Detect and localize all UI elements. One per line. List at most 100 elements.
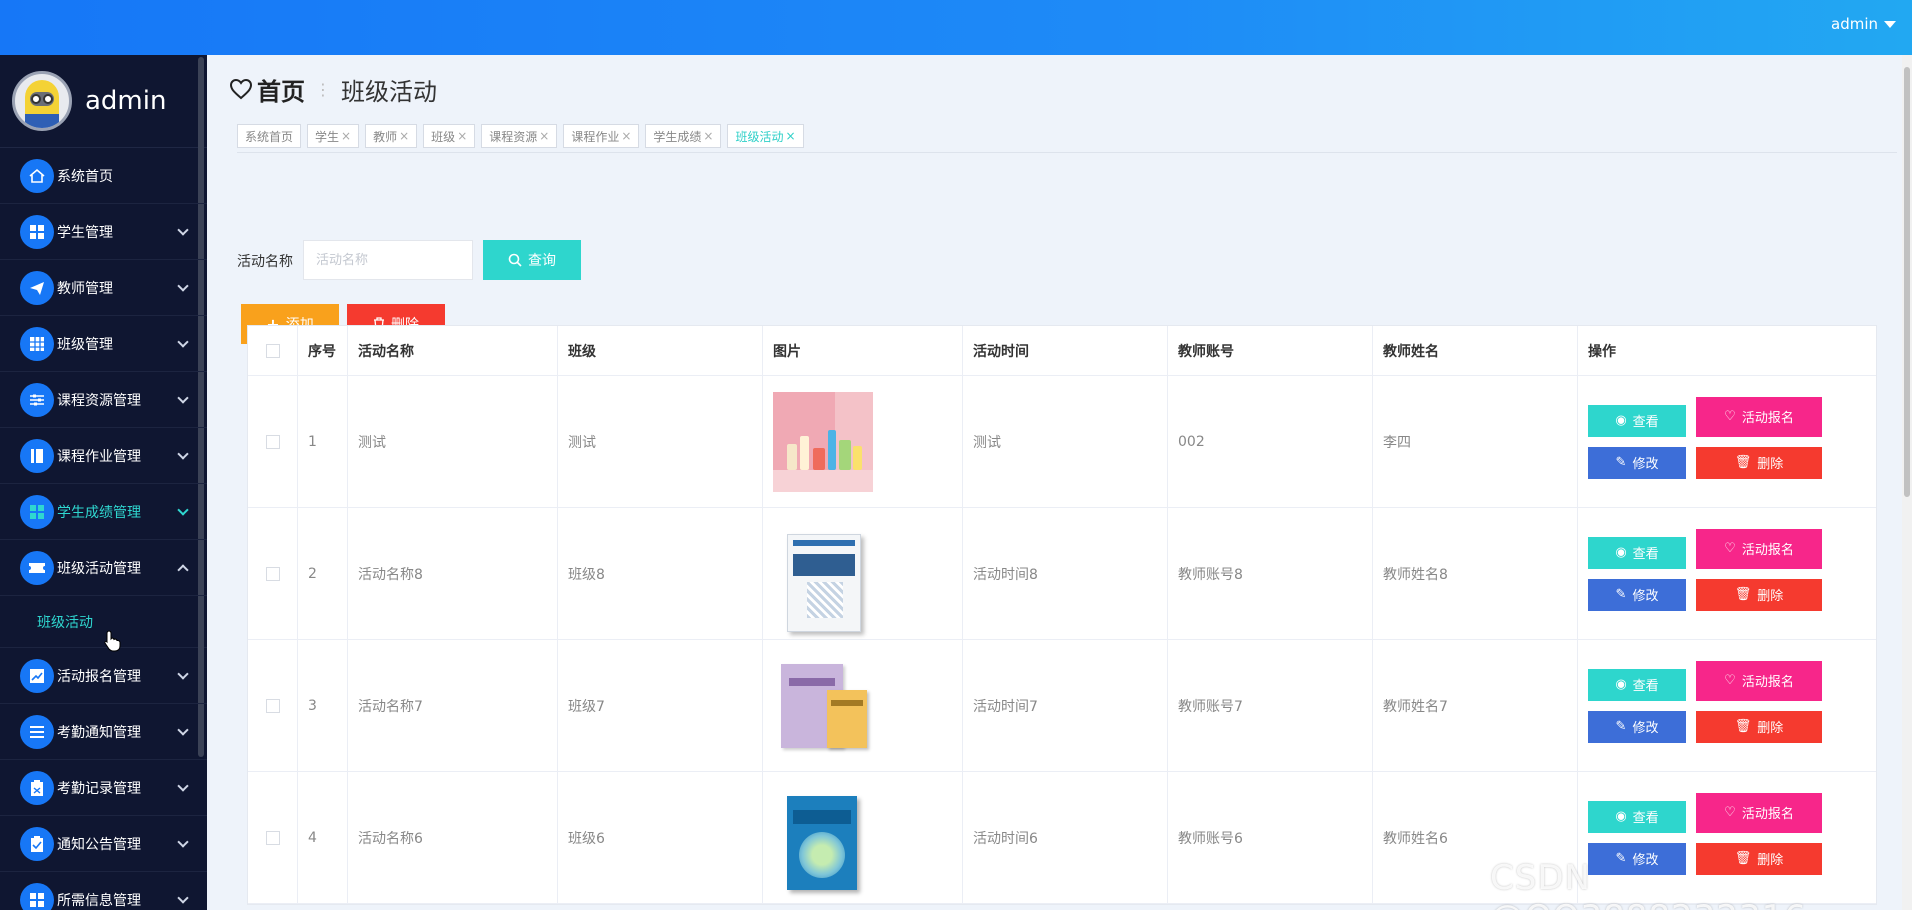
activity-image[interactable] xyxy=(773,391,873,492)
row-actions: ◉ 查看 ♡ 活动报名 ✎ 修改 🗑 删除 xyxy=(1578,376,1878,507)
tab-label: 班级 xyxy=(431,129,456,144)
row-image-cell xyxy=(763,376,963,507)
row-checkbox[interactable] xyxy=(248,772,298,903)
view-button[interactable]: ◉ 查看 xyxy=(1588,404,1686,437)
row-checkbox[interactable] xyxy=(248,376,298,507)
sliders-icon xyxy=(20,382,54,417)
breadcrumb-home[interactable]: 首页 xyxy=(257,72,305,107)
sidebar-item-teachers[interactable]: 教师管理 xyxy=(0,260,207,316)
view-button[interactable]: ◉ 查看 xyxy=(1588,800,1686,833)
trash-icon: 🗑 xyxy=(1734,719,1752,734)
sidebar-item-label: 所需信息管理 xyxy=(57,892,141,909)
row-image-cell xyxy=(763,508,963,639)
column-header: 活动名称 xyxy=(348,326,558,375)
delete-button[interactable]: 🗑 删除 xyxy=(1696,710,1822,743)
row-checkbox[interactable] xyxy=(248,640,298,771)
sidebar-item-attendance-notices[interactable]: 考勤通知管理 xyxy=(0,704,207,760)
sidebar-item-course-resources[interactable]: 课程资源管理 xyxy=(0,372,207,428)
tab-classes[interactable]: 班级 × xyxy=(423,124,476,148)
view-button[interactable]: ◉ 查看 xyxy=(1588,668,1686,701)
page-scrollbar[interactable] xyxy=(1902,55,1912,910)
tab-course-homework[interactable]: 课程作业 × xyxy=(563,124,640,148)
sidebar-item-course-homework[interactable]: 课程作业管理 xyxy=(0,428,207,484)
sidebar-item-attendance-records[interactable]: 考勤记录管理 xyxy=(0,760,207,816)
tab-student-grades[interactable]: 学生成绩 × xyxy=(645,124,722,148)
sidebar-item-class-activities[interactable]: 班级活动管理 xyxy=(0,540,207,596)
row-checkbox[interactable] xyxy=(248,508,298,639)
submenu-item-label: 班级活动 xyxy=(37,614,93,631)
chevron-down-icon xyxy=(177,724,189,736)
signup-button[interactable]: ♡ 活动报名 xyxy=(1696,792,1822,833)
breadcrumb: 首页 ⋮ 班级活动 xyxy=(207,55,1912,123)
delete-button[interactable]: 🗑 删除 xyxy=(1696,578,1822,611)
scrollbar-thumb[interactable] xyxy=(1904,67,1910,497)
close-icon[interactable]: × xyxy=(621,129,631,143)
row-activity-name: 活动名称7 xyxy=(348,640,558,771)
tab-course-resources[interactable]: 课程资源 × xyxy=(481,124,558,148)
activity-image[interactable] xyxy=(773,656,873,756)
search-button-label: 查询 xyxy=(528,253,556,269)
user-menu[interactable]: admin xyxy=(1831,15,1896,33)
row-class: 班级7 xyxy=(558,640,763,771)
close-icon[interactable]: × xyxy=(457,129,467,143)
chevron-down-icon xyxy=(177,668,189,680)
close-icon[interactable]: × xyxy=(341,129,351,143)
delete-label: 删除 xyxy=(1757,457,1784,472)
sidebar-item-classes[interactable]: 班级管理 xyxy=(0,316,207,372)
signup-label: 活动报名 xyxy=(1741,675,1794,690)
edit-label: 修改 xyxy=(1632,721,1659,736)
edit-button[interactable]: ✎ 修改 xyxy=(1588,578,1686,611)
breadcrumb-separator: ⋮ xyxy=(315,79,331,99)
tab-teachers[interactable]: 教师 × xyxy=(365,124,418,148)
tab-students[interactable]: 学生 × xyxy=(307,124,360,148)
activity-name-input[interactable] xyxy=(303,240,473,280)
signup-label: 活动报名 xyxy=(1741,411,1794,426)
search-button[interactable]: 查询 xyxy=(483,240,581,280)
grid-icon xyxy=(20,494,54,529)
watermark: CSDN @QQ3888232316 xyxy=(1490,858,1806,910)
delete-button[interactable]: 🗑 删除 xyxy=(1696,446,1822,479)
eye-icon: ◉ xyxy=(1615,545,1627,560)
row-activity-time: 活动时间6 xyxy=(963,772,1168,903)
tab-home[interactable]: 系统首页 xyxy=(237,124,302,148)
view-label: 查看 xyxy=(1632,415,1659,430)
activity-image[interactable] xyxy=(773,788,873,890)
caret-down-icon xyxy=(1884,20,1896,28)
close-icon[interactable]: × xyxy=(539,129,549,143)
row-image-cell xyxy=(763,772,963,903)
sidebar-item-students[interactable]: 学生管理 xyxy=(0,204,207,260)
signup-button[interactable]: ♡ 活动报名 xyxy=(1696,660,1822,701)
column-header: 序号 xyxy=(298,326,348,375)
clipboard-icon xyxy=(20,770,54,805)
close-icon[interactable]: × xyxy=(786,129,796,143)
tab-class-activities[interactable]: 班级活动 × xyxy=(727,124,804,148)
view-label: 查看 xyxy=(1632,679,1659,694)
column-header: 图片 xyxy=(763,326,963,375)
table-header: 序号 活动名称 班级 图片 活动时间 教师账号 教师姓名 操作 xyxy=(248,326,1876,376)
top-bar: admin xyxy=(0,0,1912,55)
eye-icon: ◉ xyxy=(1615,413,1627,428)
tab-label: 教师 xyxy=(373,129,398,144)
sidebar-item-student-grades[interactable]: 学生成绩管理 xyxy=(0,484,207,540)
row-teacher-id: 教师账号6 xyxy=(1168,772,1373,903)
sidebar-item-required-info[interactable]: 所需信息管理 xyxy=(0,872,207,910)
sidebar-item-activity-signup[interactable]: 活动报名管理 xyxy=(0,648,207,704)
view-button[interactable]: ◉ 查看 xyxy=(1588,536,1686,569)
edit-button[interactable]: ✎ 修改 xyxy=(1588,446,1686,479)
chevron-down-icon xyxy=(177,224,189,236)
sidebar-item-home[interactable]: 系统首页 xyxy=(0,148,207,204)
heart-icon: ♡ xyxy=(1724,541,1736,556)
close-icon[interactable]: × xyxy=(703,129,713,143)
activity-image[interactable] xyxy=(773,524,873,632)
row-teacher-id: 教师账号8 xyxy=(1168,508,1373,639)
sidebar-item-announcements[interactable]: 通知公告管理 xyxy=(0,816,207,872)
row-no: 2 xyxy=(298,508,348,639)
select-all-checkbox[interactable] xyxy=(248,326,298,375)
signup-button[interactable]: ♡ 活动报名 xyxy=(1696,396,1822,437)
sidebar-item-label: 学生管理 xyxy=(57,224,113,241)
signup-button[interactable]: ♡ 活动报名 xyxy=(1696,528,1822,569)
chevron-down-icon xyxy=(177,336,189,348)
column-header: 教师姓名 xyxy=(1373,326,1578,375)
close-icon[interactable]: × xyxy=(399,129,409,143)
edit-button[interactable]: ✎ 修改 xyxy=(1588,710,1686,743)
